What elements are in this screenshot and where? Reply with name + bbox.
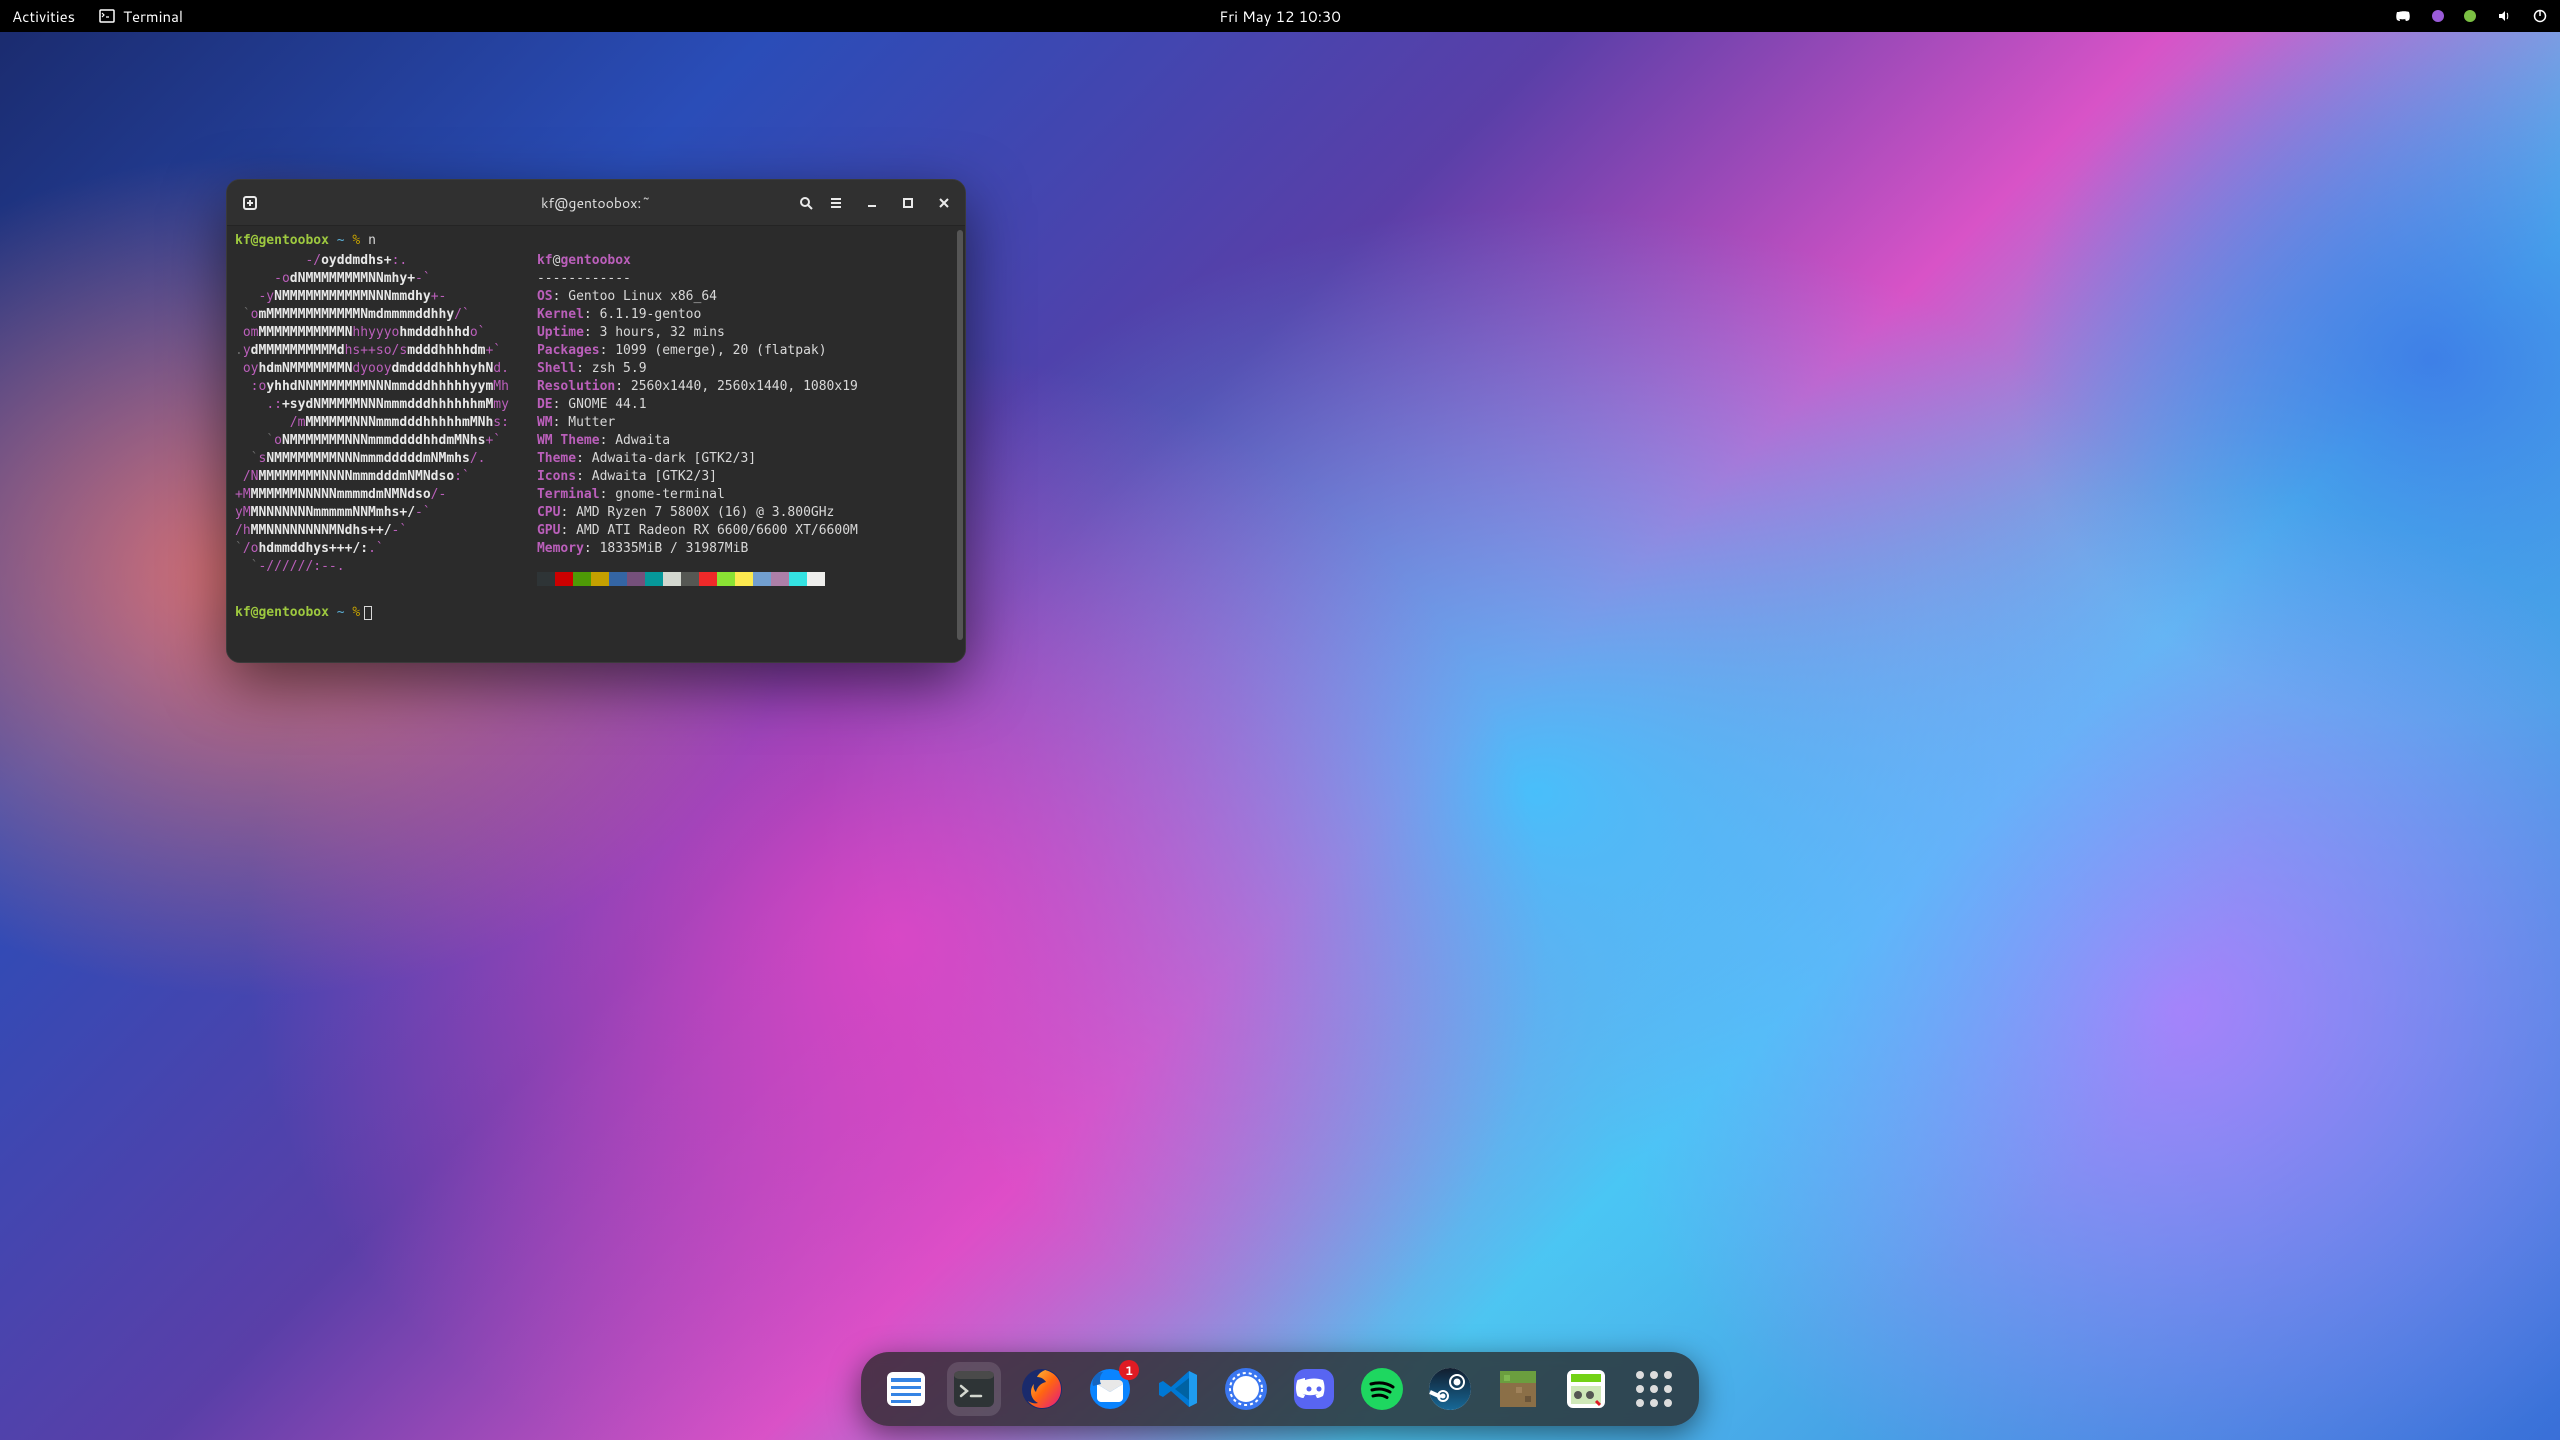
firefox-icon [1019,1366,1065,1412]
dock-signal[interactable] [1219,1362,1273,1416]
terminal-icon [951,1366,997,1412]
dock-terminal[interactable] [947,1362,1001,1416]
app-menu-label: Terminal [123,6,183,27]
discord-tray-icon[interactable] [2396,8,2412,24]
neofetch-row: Memory: 18335MiB / 31987MiB [537,540,858,558]
neofetch-info: kf@gentoobox------------OS: Gentoo Linux… [537,252,858,586]
neofetch-ascii-logo: -/oyddmdhs+:. -odNMMMMMMMMNNmhy+-` -yNMM… [235,252,509,586]
app-grid-icon [1631,1366,1677,1412]
tray-indicator-2[interactable] [2464,10,2476,22]
neofetch-row: Packages: 1099 (emerge), 20 (flatpak) [537,342,858,360]
signal-icon [1223,1366,1269,1412]
dock-steam[interactable] [1423,1362,1477,1416]
dock-prism-launcher[interactable] [1491,1362,1545,1416]
app-menu-button[interactable]: Terminal [99,6,183,27]
neofetch-row: Shell: zsh 5.9 [537,360,858,378]
cursor [364,606,372,620]
terminal-window: kf@gentoobox:~ kf@gentoobox ~ % n -/oydd… [226,179,966,663]
dock-app-grid[interactable] [1627,1362,1681,1416]
dock-firefox[interactable] [1015,1362,1069,1416]
neofetch-row: Terminal: gnome-terminal [537,486,858,504]
activities-button[interactable]: Activities [12,6,75,27]
vscode-icon [1155,1366,1201,1412]
close-button[interactable] [931,190,957,216]
clock[interactable]: Fri May 12 10:30 [1219,6,1341,27]
neofetch-row: Kernel: 6.1.19-gentoo [537,306,858,324]
neofetch-row: Icons: Adwaita [GTK2/3] [537,468,858,486]
neofetch-row: WM: Mutter [537,414,858,432]
dock-files[interactable] [879,1362,933,1416]
hamburger-menu-button[interactable] [821,188,851,218]
neofetch-row: DE: GNOME 44.1 [537,396,858,414]
color-swatches [537,572,858,586]
search-button[interactable] [791,188,821,218]
neofetch-row: CPU: AMD Ryzen 7 5800X (16) @ 3.800GHz [537,504,858,522]
terminal-menu-icon [99,8,115,24]
neofetch-row: WM Theme: Adwaita [537,432,858,450]
neofetch-output: -/oyddmdhs+:. -odNMMMMMMMMNNmhy+-` -yNMM… [235,252,957,586]
terminal-titlebar[interactable]: kf@gentoobox:~ [227,180,965,226]
prompt-line-2: kf@gentoobox ~ % [235,604,957,622]
files-icon [883,1366,929,1412]
new-tab-button[interactable] [235,188,265,218]
dock-discord[interactable] [1287,1362,1341,1416]
spotify-icon [1359,1366,1405,1412]
neofetch-row: Resolution: 2560x1440, 2560x1440, 1080x1… [537,378,858,396]
tray-indicator-1[interactable] [2432,10,2444,22]
dock-thunderbird[interactable]: 1 [1083,1362,1137,1416]
gpu-tool-icon [1563,1366,1609,1412]
volume-icon[interactable] [2496,8,2512,24]
dock-vscode[interactable] [1151,1362,1205,1416]
top-bar: Activities Terminal Fri May 12 10:30 [0,0,2560,32]
neofetch-row: Theme: Adwaita-dark [GTK2/3] [537,450,858,468]
notification-badge: 1 [1119,1360,1139,1380]
power-icon[interactable] [2532,8,2548,24]
prism-launcher-icon [1495,1366,1541,1412]
dock: 1 [861,1352,1699,1426]
prompt-line-1: kf@gentoobox ~ % n [235,232,957,250]
window-title: kf@gentoobox:~ [541,193,651,213]
discord-icon [1291,1366,1337,1412]
dock-spotify[interactable] [1355,1362,1409,1416]
neofetch-row: GPU: AMD ATI Radeon RX 6600/6600 XT/6600… [537,522,858,540]
terminal-body[interactable]: kf@gentoobox ~ % n -/oyddmdhs+:. -odNMMM… [227,226,965,662]
dock-gpu-tool[interactable] [1559,1362,1613,1416]
neofetch-row: Uptime: 3 hours, 32 mins [537,324,858,342]
neofetch-row: OS: Gentoo Linux x86_64 [537,288,858,306]
steam-icon [1427,1366,1473,1412]
minimize-button[interactable] [859,190,885,216]
terminal-scrollbar[interactable] [957,230,963,640]
maximize-button[interactable] [895,190,921,216]
